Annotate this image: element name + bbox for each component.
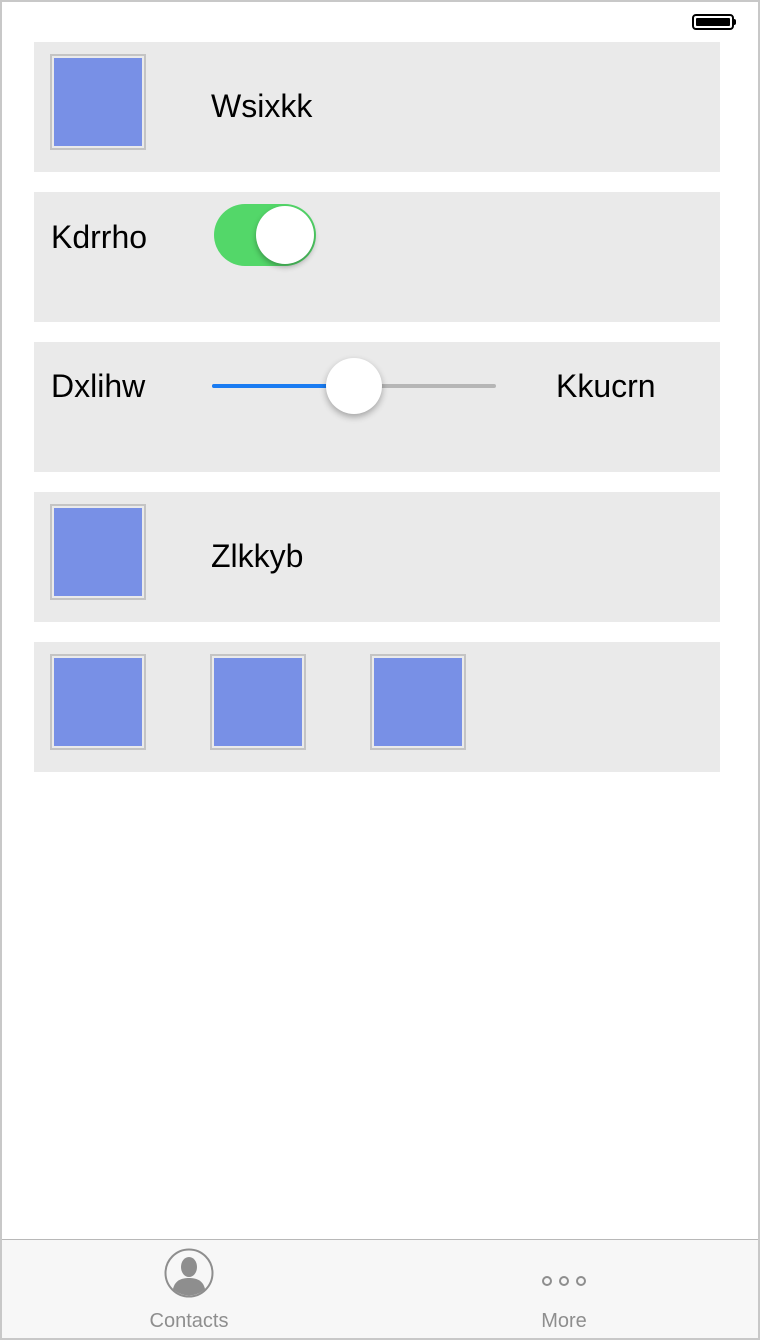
toggle-switch[interactable] bbox=[214, 204, 316, 266]
slider-label: Dxlihw bbox=[51, 368, 146, 404]
image-thumbnail-2[interactable] bbox=[210, 654, 306, 750]
battery-icon bbox=[692, 14, 736, 30]
list-row-images bbox=[34, 642, 720, 772]
switch-knob bbox=[256, 206, 314, 264]
app-screen: Wsixkk Kdrrho Dxlihw Kkucrn Zlkkyb Conta… bbox=[0, 0, 760, 1340]
image-placeholder bbox=[214, 658, 302, 746]
tab-label: More bbox=[541, 1310, 587, 1332]
image-thumbnail[interactable] bbox=[50, 504, 146, 600]
contacts-icon bbox=[164, 1248, 214, 1298]
tab-contacts[interactable]: Contacts bbox=[89, 1240, 289, 1338]
image-placeholder bbox=[54, 508, 142, 596]
slider[interactable] bbox=[212, 356, 496, 416]
image-placeholder bbox=[54, 58, 142, 146]
list-row-wsixkk: Wsixkk bbox=[34, 42, 720, 172]
list-row-dxlihw: Dxlihw Kkucrn bbox=[34, 342, 720, 472]
image-placeholder bbox=[374, 658, 462, 746]
slider-knob[interactable] bbox=[326, 358, 382, 414]
tab-bar: Contacts More bbox=[2, 1239, 758, 1338]
image-placeholder bbox=[54, 658, 142, 746]
tab-more[interactable]: More bbox=[464, 1240, 664, 1338]
list-row-kdrrho: Kdrrho bbox=[34, 192, 720, 322]
image-thumbnail-3[interactable] bbox=[370, 654, 466, 750]
list-row-zlkkyb: Zlkkyb bbox=[34, 492, 720, 622]
row-label: Wsixkk bbox=[211, 88, 313, 124]
row-label: Zlkkyb bbox=[211, 538, 304, 574]
image-thumbnail-1[interactable] bbox=[50, 654, 146, 750]
switch-label: Kdrrho bbox=[51, 219, 148, 255]
slider-trailing-label: Kkucrn bbox=[556, 368, 656, 404]
more-icon bbox=[542, 1276, 586, 1286]
image-thumbnail[interactable] bbox=[50, 54, 146, 150]
tab-label: Contacts bbox=[149, 1310, 229, 1332]
